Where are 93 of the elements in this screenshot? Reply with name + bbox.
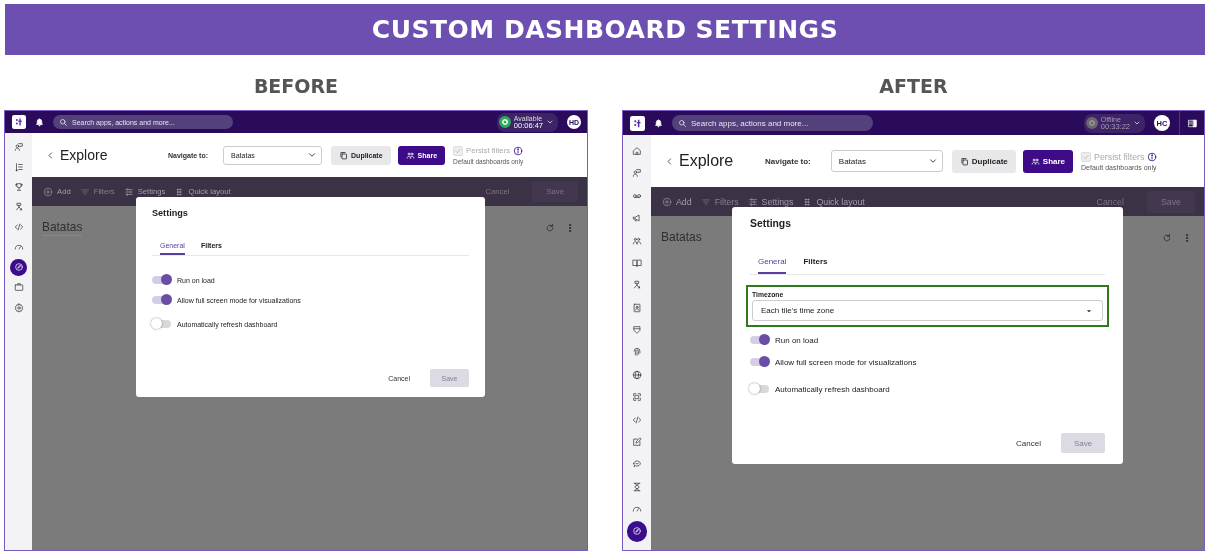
- list-icon: [13, 161, 24, 172]
- add-icon: [662, 196, 672, 207]
- bell-icon: [654, 118, 663, 128]
- toolbar-button[interactable]: Settings: [747, 196, 794, 207]
- compass-icon: [13, 262, 24, 273]
- megaphone-icon: [632, 213, 642, 224]
- chat-person-icon: [632, 168, 642, 179]
- toggle-switch[interactable]: [152, 296, 171, 304]
- trophy-icon: [13, 181, 24, 192]
- logo-icon[interactable]: [12, 115, 26, 129]
- search-field[interactable]: Search apps, actions and more...: [672, 115, 873, 131]
- book-icon: [632, 257, 642, 268]
- filter-icon: [700, 196, 711, 207]
- panel-icon: [1187, 117, 1198, 129]
- dialog-title: Settings: [750, 218, 792, 229]
- code-icon: [13, 222, 24, 233]
- chevron-down-icon: [927, 156, 938, 166]
- info-icon: [1147, 151, 1158, 162]
- briefcase-icon: [13, 282, 24, 293]
- toggle-switch[interactable]: [750, 336, 769, 344]
- gauge-icon: [632, 504, 642, 515]
- toolbar-button[interactable]: Quick layout: [802, 196, 865, 207]
- gauge-icon: [13, 242, 24, 253]
- toggle-switch[interactable]: [750, 385, 769, 393]
- dashboard-select[interactable]: Batatas: [830, 150, 943, 172]
- tab[interactable]: General: [758, 257, 787, 274]
- filter-icon: [79, 186, 90, 197]
- copy-icon: [339, 150, 349, 160]
- copy-icon: [959, 156, 969, 166]
- shield-icon: [632, 325, 642, 336]
- toggle-switch[interactable]: [750, 358, 769, 366]
- info-icon: [513, 145, 524, 156]
- navigate-label: Navigate to:: [765, 156, 811, 166]
- status-icon: [1085, 117, 1098, 129]
- timezone-select[interactable]: Each tile's time zone: [752, 300, 1103, 321]
- sidebar-item[interactable]: [10, 258, 27, 277]
- hourglass-icon: [632, 481, 642, 492]
- search-icon: [59, 117, 68, 127]
- logo-icon[interactable]: [630, 115, 645, 131]
- toggle-switch[interactable]: [152, 320, 171, 328]
- sidebar-item[interactable]: [627, 521, 647, 542]
- duplicate-button[interactable]: Duplicate: [951, 149, 1016, 173]
- tab[interactable]: Filters: [803, 257, 828, 274]
- chat-person-icon: [13, 141, 24, 152]
- drag-icon: [174, 186, 185, 197]
- people-icon: [632, 235, 642, 246]
- people-icon: [1030, 156, 1040, 166]
- search-icon: [678, 118, 687, 128]
- edit-icon: [632, 436, 642, 447]
- section-heading: AFTER: [878, 74, 949, 99]
- toggle-label: Allow full screen mode for visualizations: [775, 357, 917, 367]
- toggle-switch[interactable]: [152, 276, 171, 284]
- persist-label: Persist filters: [1094, 151, 1145, 162]
- compass-icon: [632, 526, 642, 537]
- page-title: Explore: [60, 147, 109, 163]
- refresh-icon: [1162, 232, 1172, 243]
- select-value: Each tile's time zone: [761, 306, 835, 315]
- sliders-icon: [123, 186, 134, 197]
- globe-icon: [632, 369, 642, 380]
- flow-icon: [632, 280, 642, 291]
- chevron-left-icon: [665, 156, 674, 166]
- chat-icon: [632, 459, 642, 470]
- select-value: Batatas: [838, 156, 866, 166]
- toggle-label: Run on load: [775, 335, 819, 345]
- share-button[interactable]: Share: [1022, 149, 1074, 173]
- cancel-button[interactable]: Cancel: [1010, 437, 1047, 449]
- dashboard-title: Batatas: [661, 230, 702, 245]
- drag-icon: [802, 196, 813, 207]
- section-heading: BEFORE: [252, 74, 340, 99]
- chevron-down-icon: [1133, 119, 1141, 127]
- sliders-icon: [747, 196, 758, 207]
- chevron-down-icon: [307, 150, 318, 160]
- contact-icon: [632, 302, 642, 313]
- code-icon: [632, 414, 642, 425]
- frame-icon: [632, 392, 642, 403]
- check-icon: [454, 146, 463, 155]
- flow-icon: [13, 202, 24, 213]
- chevron-left-icon: [46, 150, 55, 160]
- page-title: Explore: [679, 152, 735, 170]
- toolbar-button[interactable]: Add: [662, 196, 692, 207]
- people-icon: [405, 150, 415, 160]
- home-icon: [632, 146, 642, 157]
- banner-title: CUSTOM DASHBOARD SETTINGS: [371, 15, 839, 44]
- toggle-label: Automatically refresh dashboard: [775, 384, 890, 394]
- check-icon: [1082, 152, 1091, 161]
- dashboard-title: Batatas: [42, 220, 83, 236]
- gear-icon: [13, 302, 24, 313]
- dialog-title: Settings: [152, 208, 189, 218]
- chevron-down-icon: [546, 118, 554, 126]
- add-icon: [43, 186, 53, 197]
- status-icon: [498, 116, 511, 128]
- refresh-icon: [545, 223, 555, 233]
- bell-icon: [35, 117, 44, 127]
